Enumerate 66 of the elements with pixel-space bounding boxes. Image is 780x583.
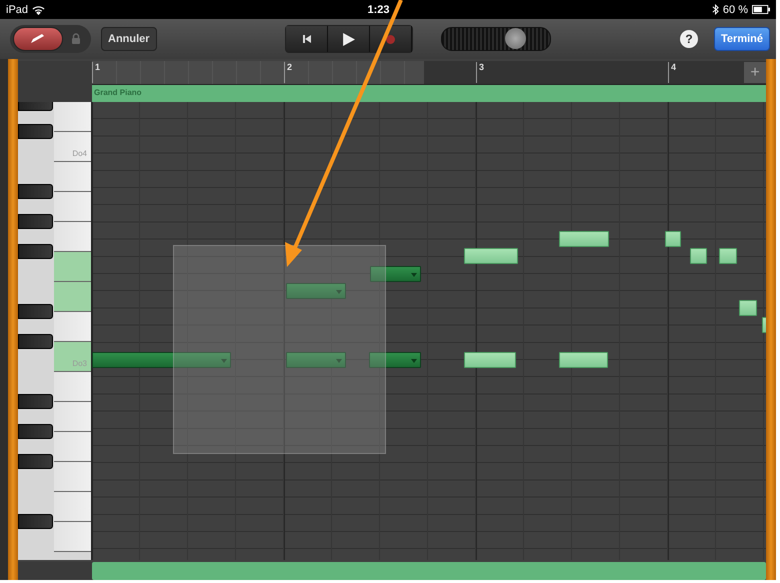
midi-note[interactable] bbox=[559, 230, 609, 247]
midi-note[interactable] bbox=[369, 352, 421, 368]
bluetooth-icon bbox=[712, 4, 719, 15]
bar-number: 3 bbox=[476, 62, 484, 83]
battery-icon bbox=[752, 5, 770, 14]
midi-note[interactable] bbox=[92, 352, 231, 368]
piano-key[interactable] bbox=[54, 222, 91, 252]
track-name: Grand Piano bbox=[94, 88, 142, 97]
midi-note[interactable] bbox=[464, 352, 516, 368]
clock-time: 1:23 bbox=[366, 4, 390, 16]
help-button[interactable]: ? bbox=[680, 30, 698, 48]
piano-key[interactable]: Do3 bbox=[54, 342, 91, 372]
note-grid[interactable] bbox=[92, 102, 766, 560]
piano-key[interactable] bbox=[54, 402, 91, 432]
rewind-button[interactable] bbox=[286, 26, 328, 52]
midi-note[interactable] bbox=[559, 352, 608, 368]
battery-percent: 60 % bbox=[722, 4, 748, 16]
piano-key[interactable] bbox=[54, 162, 91, 192]
piano-key[interactable]: Do4 bbox=[54, 132, 91, 162]
device-name: iPad bbox=[6, 4, 28, 16]
add-bar-button[interactable]: + bbox=[744, 62, 766, 83]
bar-number: 4 bbox=[668, 62, 676, 83]
piano-key[interactable] bbox=[54, 492, 91, 522]
play-icon bbox=[342, 32, 356, 46]
volume-slider[interactable] bbox=[441, 27, 552, 51]
skip-back-icon bbox=[302, 34, 312, 44]
volume-knob[interactable] bbox=[504, 28, 526, 49]
sharp-key[interactable] bbox=[18, 244, 53, 259]
sharp-key[interactable] bbox=[18, 394, 53, 409]
piano-key[interactable] bbox=[54, 372, 91, 402]
sharp-key[interactable] bbox=[18, 304, 53, 319]
sharp-key[interactable] bbox=[18, 424, 53, 439]
piano-keyboard[interactable]: Do4 Do3 bbox=[18, 102, 92, 560]
track-region[interactable]: Grand Piano bbox=[92, 84, 766, 102]
caret-icon[interactable] bbox=[411, 358, 417, 363]
timeline-ruler[interactable]: 1 2 3 4 + bbox=[92, 61, 766, 85]
piano-key[interactable] bbox=[54, 462, 91, 492]
record-button[interactable] bbox=[370, 26, 412, 52]
midi-note[interactable] bbox=[370, 266, 421, 282]
midi-note[interactable] bbox=[464, 248, 518, 264]
midi-note[interactable] bbox=[690, 248, 707, 264]
piano-key[interactable] bbox=[54, 102, 91, 132]
piano-key[interactable] bbox=[54, 522, 91, 552]
sharp-key[interactable] bbox=[18, 124, 53, 139]
midi-note[interactable] bbox=[665, 230, 681, 247]
piano-key[interactable] bbox=[54, 432, 91, 462]
midi-note[interactable] bbox=[739, 300, 757, 316]
sharp-key[interactable] bbox=[18, 514, 53, 529]
wifi-icon bbox=[32, 4, 46, 14]
bar-number: 2 bbox=[284, 62, 292, 83]
sharp-key[interactable] bbox=[18, 454, 53, 469]
caret-icon[interactable] bbox=[411, 272, 417, 277]
key-label: Do3 bbox=[72, 358, 87, 368]
sharp-key[interactable] bbox=[18, 334, 53, 349]
bar-number: 1 bbox=[92, 62, 100, 83]
key-label: Do4 bbox=[72, 148, 87, 158]
record-icon bbox=[386, 34, 396, 44]
pencil-button[interactable] bbox=[13, 27, 63, 51]
piano-key[interactable] bbox=[54, 312, 91, 342]
undo-button[interactable]: Annuler bbox=[101, 27, 157, 51]
sharp-key[interactable] bbox=[18, 214, 53, 229]
midi-note[interactable] bbox=[719, 248, 737, 264]
sharp-key[interactable] bbox=[18, 184, 53, 199]
piano-key[interactable] bbox=[54, 192, 91, 222]
done-button[interactable]: Terminé bbox=[714, 27, 770, 51]
play-button[interactable] bbox=[328, 26, 370, 52]
